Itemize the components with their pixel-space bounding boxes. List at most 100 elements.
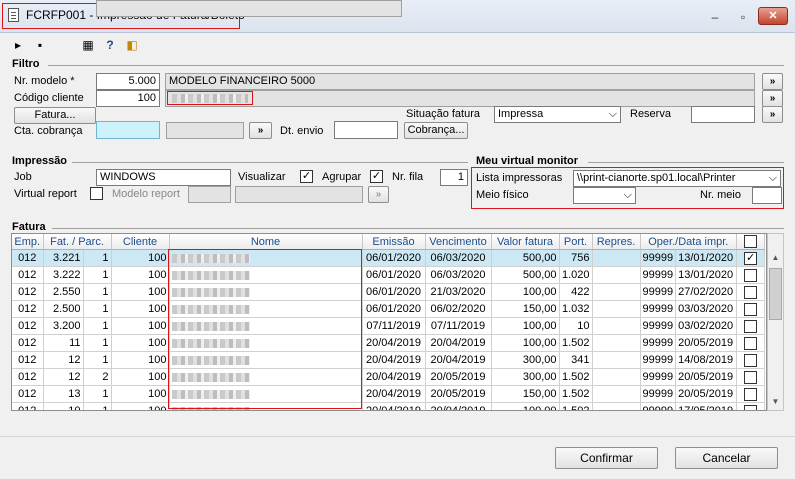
fatura-grid[interactable]: Emp. Fat. / Parc. Cliente Nome Emissão V… <box>11 233 767 411</box>
cell-emissao: 20/04/2019 <box>362 385 426 403</box>
dt-envio-input[interactable] <box>334 121 398 139</box>
row-checkbox[interactable] <box>744 319 758 333</box>
select-all-checkbox[interactable] <box>744 235 758 248</box>
job-input[interactable]: WINDOWS <box>96 169 231 186</box>
row-checkbox[interactable] <box>744 404 758 410</box>
col-nome[interactable]: Nome <box>169 234 363 250</box>
table-row[interactable]: 012 10 1 100 20/04/2019 20/04/2019 100,00 1.502… <box>12 402 766 410</box>
meio-fisico-label: Meio físico <box>476 189 529 201</box>
cell-chk[interactable] <box>736 317 766 335</box>
lista-impressoras-select[interactable]: \\print-cianorte.sp01.local\Printer ⌵ <box>573 170 781 187</box>
cell-fat: 12 <box>43 368 84 386</box>
scroll-thumb[interactable] <box>769 268 782 320</box>
agrupar-checkbox[interactable]: ✓ <box>370 170 383 183</box>
col-oper-data[interactable]: Oper./Data impr. <box>640 234 738 250</box>
col-emissao[interactable]: Emissão <box>362 234 426 250</box>
nr-fila-input[interactable]: 1 <box>440 169 468 186</box>
table-row[interactable]: 012 2.500 1 100 06/01/2020 06/02/2020 150,00 1.… <box>12 300 766 318</box>
restore-button[interactable]: ▫ <box>730 8 756 26</box>
row-checkbox[interactable] <box>744 285 758 299</box>
cell-valor: 100,00 <box>491 334 560 352</box>
cta-cobranca-lookup-button[interactable]: » <box>249 122 272 139</box>
table-row[interactable]: 012 2.550 1 100 06/01/2020 21/03/2020 100,00 42… <box>12 283 766 301</box>
table-row[interactable]: 012 3.221 1 100 06/01/2020 06/03/2020 500,00 75… <box>12 249 766 267</box>
col-repres[interactable]: Repres. <box>592 234 641 250</box>
modelo-lookup-button[interactable]: » <box>762 73 783 90</box>
scroll-down-icon[interactable]: ▼ <box>768 394 783 410</box>
cell-chk[interactable] <box>736 300 766 318</box>
cell-chk[interactable]: ✓ <box>736 249 766 267</box>
cell-cliente: 100 <box>111 266 170 284</box>
cell-chk[interactable] <box>736 402 766 410</box>
col-vencimento[interactable]: Vencimento <box>425 234 492 250</box>
cell-venc: 20/04/2019 <box>425 351 492 369</box>
col-port[interactable]: Port. <box>559 234 593 250</box>
cancelar-button[interactable]: Cancelar <box>675 447 778 469</box>
scroll-up-icon[interactable]: ▲ <box>768 250 783 266</box>
meio-fisico-select[interactable]: ⌵ <box>573 187 636 204</box>
filtro-group-label: Filtro <box>12 58 40 70</box>
modelo-report-input <box>188 186 231 203</box>
layers-icon[interactable]: ▪ <box>32 37 48 53</box>
cliente-lookup-button[interactable]: » <box>762 90 783 107</box>
minimize-button[interactable]: – <box>702 8 728 26</box>
nr-modelo-input[interactable]: 5.000 <box>96 73 160 90</box>
cell-chk[interactable] <box>736 385 766 403</box>
fatura-range-field <box>96 0 402 17</box>
cell-valor: 100,00 <box>491 317 560 335</box>
fatura-scrollbar[interactable]: ▲ ▼ <box>767 233 784 411</box>
reserva-lookup-button[interactable]: » <box>762 106 783 123</box>
row-checkbox[interactable] <box>744 387 758 401</box>
cell-oper: 99999 <box>640 385 677 403</box>
row-checkbox[interactable] <box>744 302 758 316</box>
row-checkbox[interactable] <box>744 268 758 282</box>
arrow-icon[interactable]: ▸ <box>10 37 26 53</box>
col-select-all[interactable] <box>736 234 766 250</box>
cell-chk[interactable] <box>736 351 766 369</box>
confirmar-button[interactable]: Confirmar <box>555 447 658 469</box>
cell-parc: 1 <box>83 283 112 301</box>
codigo-cliente-input[interactable]: 100 <box>96 90 160 107</box>
situacao-fatura-select[interactable]: Impressa ⌵ <box>494 106 621 123</box>
col-cliente[interactable]: Cliente <box>111 234 170 250</box>
visualizar-checkbox[interactable]: ✓ <box>300 170 313 183</box>
cell-repres <box>592 402 641 410</box>
virtual-report-checkbox[interactable] <box>90 187 103 200</box>
cell-repres <box>592 334 641 352</box>
cell-port: 422 <box>559 283 593 301</box>
cell-chk[interactable] <box>736 283 766 301</box>
cobranca-button[interactable]: Cobrança... <box>404 122 468 139</box>
table-row[interactable]: 012 3.222 1 100 06/01/2020 06/03/2020 500,00 1.… <box>12 266 766 284</box>
row-checkbox[interactable] <box>744 353 758 367</box>
table-row[interactable]: 012 12 1 100 20/04/2019 20/04/2019 300,00 341 99… <box>12 351 766 369</box>
cell-venc: 20/04/2019 <box>425 334 492 352</box>
col-fat-parc[interactable]: Fat. / Parc. <box>43 234 112 250</box>
calculator-icon[interactable]: ▦ <box>80 37 96 53</box>
nr-meio-input[interactable] <box>752 187 782 204</box>
exit-icon[interactable]: ◧ <box>124 37 140 53</box>
cell-data: 20/05/2019 <box>675 385 738 403</box>
fatura-button[interactable]: Fatura... <box>14 107 96 124</box>
cell-chk[interactable] <box>736 368 766 386</box>
cta-cobranca-input[interactable] <box>96 121 160 139</box>
table-row[interactable]: 012 11 1 100 20/04/2019 20/04/2019 100,00 1.502… <box>12 334 766 352</box>
table-row[interactable]: 012 3.200 1 100 07/11/2019 07/11/2019 100,00 10… <box>12 317 766 335</box>
row-checkbox[interactable]: ✓ <box>744 251 758 265</box>
help-icon[interactable]: ? <box>102 37 118 53</box>
row-checkbox[interactable] <box>744 370 758 384</box>
table-row[interactable]: 012 13 1 100 20/04/2019 20/05/2019 150,00 1.502… <box>12 385 766 403</box>
cell-parc: 1 <box>83 334 112 352</box>
cell-port: 10 <box>559 317 593 335</box>
col-valor-fatura[interactable]: Valor fatura <box>491 234 560 250</box>
col-emp[interactable]: Emp. <box>12 234 44 250</box>
cell-repres <box>592 300 641 318</box>
row-checkbox[interactable] <box>744 336 758 350</box>
close-button[interactable]: ✕ <box>758 7 788 25</box>
cell-chk[interactable] <box>736 266 766 284</box>
table-row[interactable]: 012 12 2 100 20/04/2019 20/05/2019 300,00 1.502… <box>12 368 766 386</box>
cell-chk[interactable] <box>736 334 766 352</box>
reserva-input[interactable] <box>691 106 755 123</box>
cell-cliente: 100 <box>111 402 170 410</box>
cell-parc: 1 <box>83 317 112 335</box>
modelo-report-lookup-button[interactable]: » <box>368 186 389 203</box>
